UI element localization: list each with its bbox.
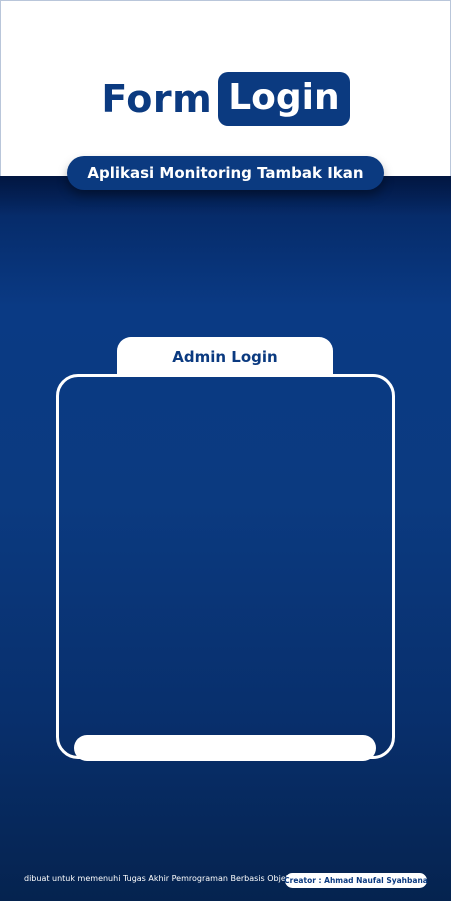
footer-note: dibuat untuk memenuhi Tugas Akhir Pemrog…	[24, 874, 291, 883]
admin-login-tab: Admin Login	[117, 337, 333, 377]
title-login-badge: Login	[218, 72, 350, 126]
page-title: Form Login	[0, 70, 451, 128]
login-card-bottom-bar[interactable]	[74, 735, 376, 761]
login-card	[56, 374, 395, 759]
creator-badge: Creator : Ahmad Naufal Syahbana	[284, 873, 428, 888]
app-name-banner: Aplikasi Monitoring Tambak Ikan	[67, 156, 384, 190]
title-form-text: Form	[101, 77, 213, 121]
